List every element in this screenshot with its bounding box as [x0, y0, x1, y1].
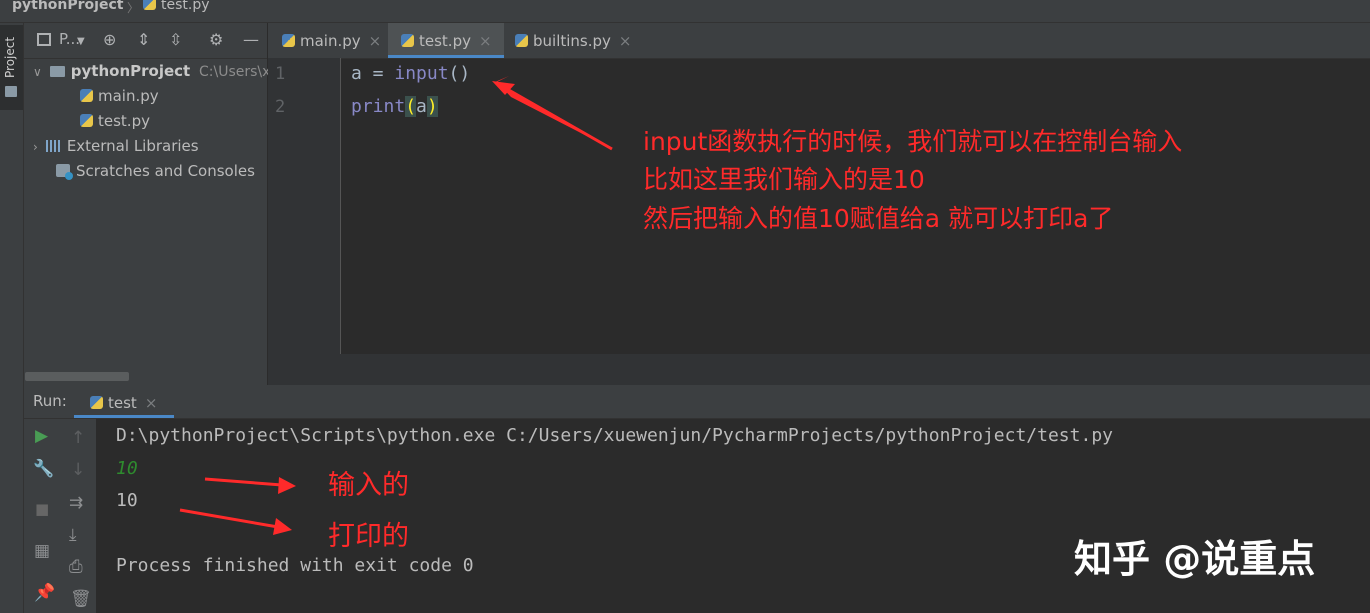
annotation-line-2: 比如这里我们输入的是10 — [643, 165, 925, 194]
annotation-input-label: 输入的 — [328, 470, 409, 501]
annotation-print-label: 打印的 — [328, 521, 409, 552]
console-output: 10 — [116, 490, 138, 511]
layout-icon[interactable]: ▦ — [34, 541, 50, 561]
arrow-head-output — [273, 518, 292, 535]
run-tool-window-header — [24, 385, 1370, 419]
console-exit-message: Process finished with exit code 0 — [116, 555, 474, 576]
run-tab-label: test — [108, 394, 137, 412]
arrow-to-input-echo — [204, 477, 283, 487]
watermark: 知乎 @说重点 — [1074, 537, 1316, 581]
close-icon[interactable]: × — [145, 394, 158, 412]
arrow-down-icon[interactable]: ↓ — [71, 460, 85, 480]
python-file-icon — [90, 396, 103, 409]
run-label: Run: — [33, 392, 67, 410]
annotation-arrows — [179, 76, 613, 535]
run-tab-test[interactable]: test × — [74, 386, 174, 418]
console-input-echo: 10 — [116, 458, 138, 479]
pin-icon[interactable]: 📌 — [34, 583, 55, 603]
arrow-to-input-shaft — [499, 83, 613, 151]
trash-icon[interactable]: 🗑 — [70, 589, 92, 609]
stop-icon[interactable]: ■ — [35, 500, 49, 518]
annotation-line-1: input函数执行的时候，我们就可以在控制台输入 — [643, 127, 1183, 156]
scroll-to-end-icon[interactable]: ⤓ — [69, 525, 77, 545]
rerun-icon[interactable]: ▶ — [35, 426, 48, 446]
arrow-up-icon[interactable]: ↑ — [71, 428, 85, 448]
arrow-head-input-echo — [278, 477, 296, 494]
arrow-to-output — [179, 508, 279, 529]
run-toolbar-secondary — [62, 419, 96, 613]
wrench-icon[interactable]: 🔧 — [33, 459, 54, 479]
console-command: D:\pythonProject\Scripts\python.exe C:/U… — [116, 425, 1113, 446]
print-icon[interactable]: ⎙ — [69, 557, 83, 577]
soft-wrap-icon[interactable]: ⇉ — [69, 493, 83, 513]
annotation-line-3: 然后把输入的值10赋值给a 就可以打印a了 — [643, 204, 1114, 233]
active-run-tab-indicator — [74, 415, 174, 418]
